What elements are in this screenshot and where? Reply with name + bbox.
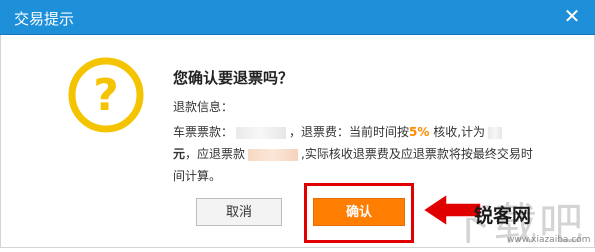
- confirm-question: 您确认要退票吗？: [173, 69, 294, 87]
- refund-info-text: 车票票款： ，退票费：当前时间按5% 核收,计为 元，应退票款 ,实际核收退票费及应…: [173, 121, 535, 187]
- redacted-fee-amount: [488, 126, 503, 139]
- close-icon[interactable]: ✕: [561, 5, 583, 27]
- highlight-box: [304, 183, 414, 243]
- redacted-ticket-price: [236, 126, 287, 139]
- question-glyph: ?: [93, 70, 119, 121]
- dialog-titlebar: 交易提示 ✕: [0, 0, 595, 35]
- fee-percent: 5%: [409, 125, 430, 139]
- refund-fee-label: ，退票费：当前时间按: [289, 125, 410, 139]
- fee-calc-label: 核收,计为: [433, 125, 486, 139]
- redacted-refund-amount: [248, 148, 299, 161]
- refund-info-label: 退款信息：: [173, 100, 234, 114]
- watermark-url: www.xiazaiba.com: [507, 235, 591, 245]
- cancel-button[interactable]: 取消: [196, 198, 282, 226]
- watermark-logo: 锐客网: [474, 205, 532, 227]
- refund-amount-label: ，应退票款: [185, 147, 246, 161]
- question-icon: ?: [68, 57, 144, 133]
- currency-unit: 元: [173, 147, 186, 161]
- dialog-title: 交易提示: [14, 10, 75, 28]
- ticket-price-label: 车票票款：: [173, 125, 234, 139]
